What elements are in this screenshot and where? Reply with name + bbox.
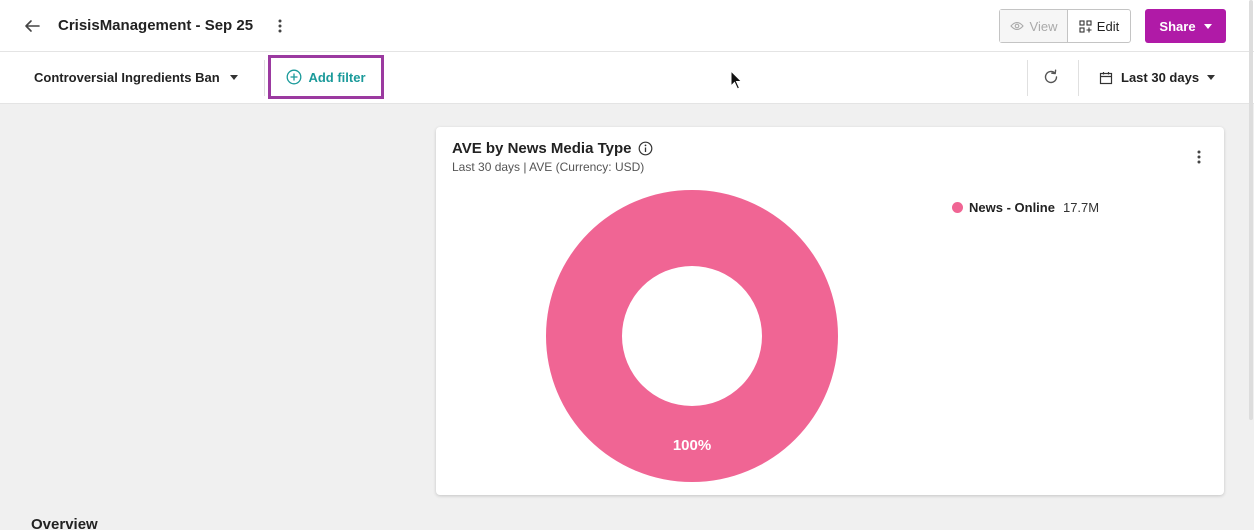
widget-title-text: AVE by News Media Type — [452, 140, 632, 157]
scrollbar[interactable] — [1249, 0, 1253, 420]
legend-value: 17.7M — [1062, 200, 1100, 215]
donut-chart: 100% — [546, 189, 838, 483]
calendar-icon — [1099, 71, 1113, 84]
share-button-label: Share — [1159, 18, 1196, 34]
plus-circle-icon — [287, 69, 302, 85]
add-filter-label: Add filter — [308, 69, 366, 85]
date-range-label: Last 30 days — [1121, 70, 1200, 85]
info-icon[interactable] — [638, 141, 653, 156]
filter-bar: Controversial Ingredients Ban Add filter… — [0, 52, 1254, 104]
chevron-down-icon — [1207, 75, 1216, 80]
divider — [1078, 60, 1079, 96]
legend-label[interactable]: News - Online — [969, 200, 1055, 215]
view-edit-toggle: View Edit — [999, 9, 1131, 43]
widget-subtitle: Last 30 days | AVE (Currency: USD) — [452, 160, 645, 174]
page-title: CrisisManagement - Sep 25 — [58, 17, 254, 34]
refresh-icon[interactable] — [1042, 68, 1060, 86]
chevron-down-icon — [1203, 23, 1212, 29]
ave-media-type-widget: AVE by News Media Type Last 30 days | AV… — [436, 127, 1224, 495]
slice-percent-label: 100% — [673, 437, 711, 454]
edit-button[interactable]: Edit — [1068, 10, 1130, 42]
mouse-cursor-icon — [730, 70, 743, 90]
share-button[interactable]: Share — [1145, 9, 1226, 43]
more-vertical-icon[interactable] — [1192, 147, 1206, 167]
divider — [264, 60, 265, 96]
eye-icon — [1009, 21, 1024, 31]
add-filter-button[interactable]: Add filter — [268, 55, 384, 99]
edit-grid-icon — [1079, 19, 1092, 33]
chart-legend: News - Online 17.7M — [952, 200, 1099, 215]
more-vertical-icon[interactable] — [272, 16, 288, 36]
edit-button-label: Edit — [1096, 18, 1120, 34]
topic-dropdown[interactable]: Controversial Ingredients Ban — [34, 70, 238, 85]
view-button[interactable]: View — [1000, 10, 1068, 42]
topic-dropdown-label: Controversial Ingredients Ban — [34, 70, 220, 85]
back-arrow-icon[interactable] — [22, 16, 42, 36]
chevron-down-icon — [229, 75, 238, 80]
widget-title: AVE by News Media Type — [452, 140, 653, 157]
view-button-label: View — [1029, 18, 1058, 34]
legend-swatch — [952, 202, 963, 213]
date-range-dropdown[interactable]: Last 30 days — [1099, 70, 1216, 85]
top-bar: CrisisManagement - Sep 25 View Edit Shar… — [0, 0, 1254, 52]
overview-heading: Overview — [31, 516, 98, 530]
divider — [1027, 60, 1028, 96]
